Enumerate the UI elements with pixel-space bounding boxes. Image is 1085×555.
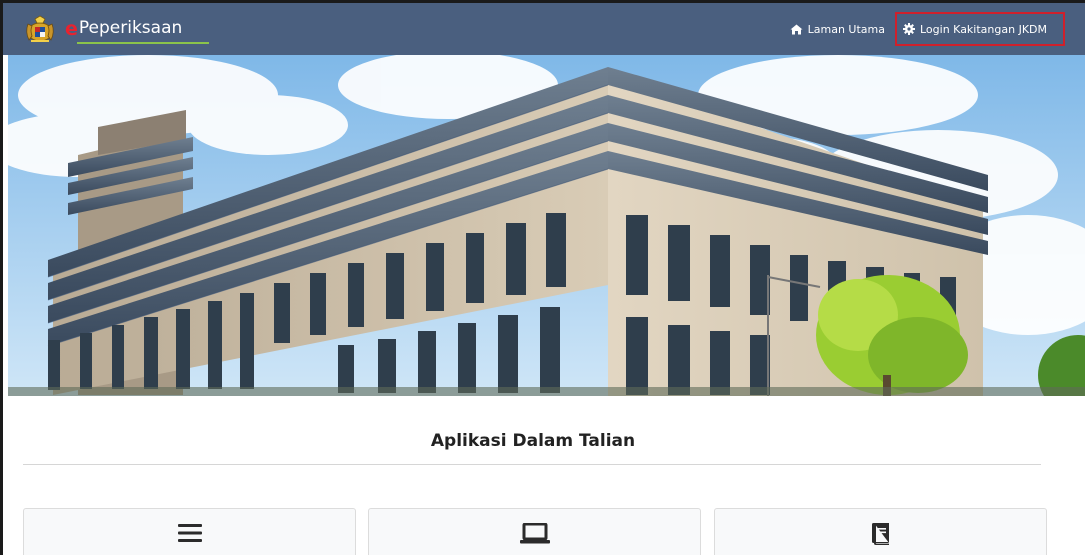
service-card-menu[interactable]	[23, 508, 356, 555]
service-card-book[interactable]	[714, 508, 1047, 555]
laptop-icon	[519, 523, 550, 544]
nav-links: Laman Utama Login Kakitangan JKDM	[784, 3, 1065, 55]
service-card-laptop[interactable]	[368, 508, 701, 555]
brand-name: Peperiksaan	[76, 18, 209, 44]
nav-link-home[interactable]: Laman Utama	[784, 13, 891, 45]
home-icon	[790, 24, 803, 34]
nav-link-home-label: Laman Utama	[807, 22, 885, 36]
brand-name-text: Peperiksaan	[78, 18, 183, 38]
crest-logo-icon	[26, 15, 54, 42]
section-title: Aplikasi Dalam Talian	[430, 431, 636, 451]
section-divider	[23, 464, 1041, 465]
hero-building-image	[8, 55, 1085, 396]
app-frame: e Peperiksaan Laman Utama Login Kakitang…	[0, 0, 1085, 555]
gear-icon	[903, 23, 915, 35]
top-navbar: e Peperiksaan Laman Utama Login Kakitang…	[3, 3, 1085, 55]
brand[interactable]: e Peperiksaan	[23, 3, 209, 55]
nav-link-staff-login-label: Login Kakitangan JKDM	[920, 22, 1047, 36]
brand-underline	[76, 42, 209, 44]
menu-icon	[177, 524, 202, 542]
book-icon	[871, 523, 889, 545]
hero-banner	[8, 55, 1085, 396]
nav-link-staff-login[interactable]: Login Kakitangan JKDM	[895, 12, 1065, 46]
brand-prefix: e	[65, 18, 78, 40]
